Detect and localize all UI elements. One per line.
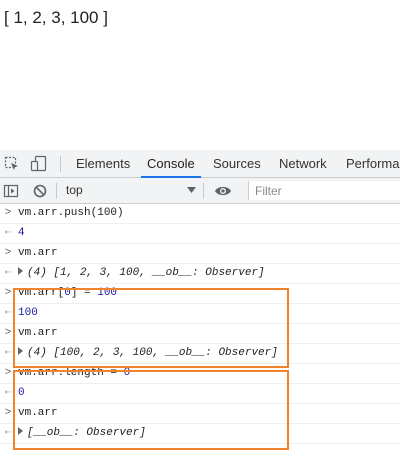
array-preview: [1, 2, 3, 100, __ob__: Observer]: [53, 267, 265, 279]
devtools-tabbar: Elements Console Sources Network Perform…: [0, 150, 400, 178]
console-input-line: > vm.arr.push(100): [0, 204, 400, 224]
tab-console[interactable]: Console: [141, 150, 201, 178]
tab-performance[interactable]: Performan: [346, 150, 400, 177]
console-result-line: ⇠ (4) [100, 2, 3, 100, __ob__: Observer]: [0, 344, 400, 364]
console-command: vm.arr.length = 0: [18, 367, 131, 379]
tab-network[interactable]: Network: [279, 150, 327, 177]
return-arrow-icon: ⇠: [4, 387, 12, 399]
console-result: 0: [18, 387, 25, 399]
console-output: > vm.arr.push(100) ⇠ 4 > vm.arr ⇠ (4) [1…: [0, 204, 400, 454]
return-arrow-icon: ⇠: [4, 227, 12, 239]
prompt-chevron-icon: >: [4, 207, 12, 219]
prompt-chevron-icon: >: [4, 327, 12, 339]
context-selector[interactable]: top: [66, 178, 83, 203]
tab-elements[interactable]: Elements: [76, 150, 130, 177]
console-toolbar: top: [0, 178, 400, 204]
clear-console-icon[interactable]: [32, 183, 48, 199]
inspect-element-icon[interactable]: [4, 156, 20, 172]
console-input-line: > vm.arr: [0, 244, 400, 264]
devtools-panel: Elements Console Sources Network Perform…: [0, 150, 400, 454]
console-command: vm.arr.push(100): [18, 207, 124, 219]
dropdown-arrow-icon[interactable]: [187, 187, 196, 194]
array-length: (4): [27, 267, 47, 279]
expand-triangle-icon[interactable]: [18, 347, 23, 355]
console-object-result[interactable]: (4) [100, 2, 3, 100, __ob__: Observer]: [18, 344, 278, 363]
toolbar-divider: [203, 183, 204, 199]
console-command: vm.arr[0] = 100: [18, 287, 118, 299]
eye-icon[interactable]: [214, 184, 232, 198]
array-preview: [100, 2, 3, 100, __ob__: Observer]: [53, 347, 278, 359]
return-arrow-icon: ⇠: [4, 427, 12, 439]
prompt-chevron-icon: >: [4, 247, 12, 259]
console-input-line: > vm.arr.length = 0: [0, 364, 400, 384]
toolbar-divider: [56, 183, 57, 199]
expand-triangle-icon[interactable]: [18, 267, 23, 275]
page-output: [ 1, 2, 3, 100 ]: [4, 8, 108, 27]
console-object-result[interactable]: (4) [1, 2, 3, 100, __ob__: Observer]: [18, 264, 265, 283]
prompt-chevron-icon: >: [4, 367, 12, 379]
console-result-line: ⇠ (4) [1, 2, 3, 100, __ob__: Observer]: [0, 264, 400, 284]
console-object-result[interactable]: [__ob__: Observer]: [18, 424, 146, 443]
show-sidebar-icon[interactable]: [3, 183, 19, 199]
console-result-line: ⇠ [__ob__: Observer]: [0, 424, 400, 444]
console-result: 100: [18, 307, 38, 319]
console-command: vm.arr: [18, 407, 58, 419]
console-result-line: ⇠ 100: [0, 304, 400, 324]
device-toolbar-icon[interactable]: [30, 155, 48, 173]
filter-input[interactable]: [248, 181, 400, 200]
tab-sources[interactable]: Sources: [213, 150, 261, 177]
console-result-line: ⇠ 0: [0, 384, 400, 404]
console-input-line: > vm.arr: [0, 404, 400, 424]
toolbar-divider: [60, 156, 61, 172]
return-arrow-icon: ⇠: [4, 347, 12, 359]
prompt-chevron-icon: >: [4, 287, 12, 299]
console-result: 4: [18, 227, 25, 239]
console-command: vm.arr: [18, 247, 58, 259]
expand-triangle-icon[interactable]: [18, 427, 23, 435]
array-length: (4): [27, 347, 47, 359]
prompt-chevron-icon: >: [4, 407, 12, 419]
array-preview: [__ob__: Observer]: [27, 427, 146, 439]
console-command: vm.arr: [18, 327, 58, 339]
console-input-line: > vm.arr: [0, 324, 400, 344]
return-arrow-icon: ⇠: [4, 267, 12, 279]
console-result-line: ⇠ 4: [0, 224, 400, 244]
return-arrow-icon: ⇠: [4, 307, 12, 319]
console-input-line: > vm.arr[0] = 100: [0, 284, 400, 304]
